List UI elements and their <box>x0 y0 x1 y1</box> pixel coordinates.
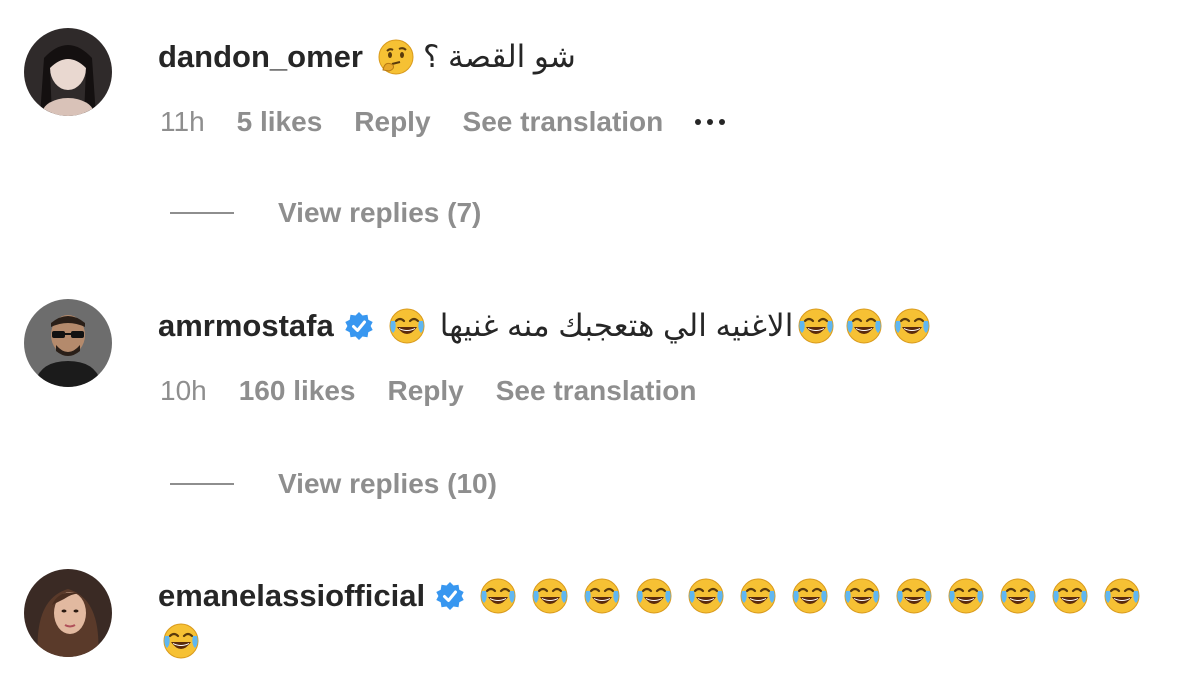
comment-meta: 11h 5 likes Reply See translation <box>160 104 757 140</box>
avatar[interactable] <box>24 299 112 387</box>
view-replies-label: View replies (7) <box>278 197 482 228</box>
face-with-tears-of-joy-icon <box>531 577 569 615</box>
face-with-tears-of-joy-icon <box>687 577 725 615</box>
face-with-tears-of-joy-icon <box>791 577 829 615</box>
see-translation-button[interactable]: See translation <box>496 373 697 409</box>
username[interactable]: dandon_omer <box>158 37 363 77</box>
face-with-tears-of-joy-icon <box>893 307 931 345</box>
see-translation-button[interactable]: See translation <box>463 104 664 140</box>
comment-line: emanelassiofficial <box>158 576 1155 616</box>
username[interactable]: amrmostafa <box>158 306 334 346</box>
face-with-tears-of-joy-icon <box>947 577 985 615</box>
face-with-tears-of-joy-icon <box>845 307 883 345</box>
face-with-tears-of-joy-icon <box>843 577 881 615</box>
verified-badge-icon <box>435 581 465 611</box>
timestamp[interactable]: 11h <box>160 104 205 140</box>
face-with-tears-of-joy-icon <box>895 577 933 615</box>
view-replies-label: View replies (10) <box>278 468 497 499</box>
divider-line <box>170 212 234 214</box>
likes-count[interactable]: 160 likes <box>239 373 356 409</box>
avatar[interactable] <box>24 28 112 116</box>
emoji-row-wrap <box>162 621 214 661</box>
face-with-tears-of-joy-icon <box>388 307 426 345</box>
face-with-tears-of-joy-icon <box>739 577 777 615</box>
face-with-tears-of-joy-icon <box>797 307 835 345</box>
emoji-row <box>479 577 1155 615</box>
likes-count[interactable]: 5 likes <box>237 104 323 140</box>
username[interactable]: emanelassiofficial <box>158 576 425 616</box>
comment-text-body: شو القصة ؟ <box>422 39 576 74</box>
face-with-tears-of-joy-icon <box>635 577 673 615</box>
comment-text: شو القصة ؟ <box>377 37 576 77</box>
comment-meta: 10h 160 likes Reply See translation <box>160 373 728 409</box>
comment-text: الاغنيه الي هتعجبك منه غنيها <box>388 306 932 346</box>
comment-line: dandon_omer شو القصة ؟ <box>158 37 576 77</box>
face-with-tears-of-joy-icon <box>1103 577 1141 615</box>
comment-text-body: الاغنيه الي هتعجبك منه غنيها <box>439 308 794 343</box>
verified-badge-icon <box>344 311 374 341</box>
reply-button[interactable]: Reply <box>354 104 430 140</box>
face-with-tears-of-joy-icon <box>162 622 200 660</box>
timestamp[interactable]: 10h <box>160 373 207 409</box>
view-replies-button[interactable]: View replies (7) <box>170 197 481 229</box>
comment-line: amrmostafa الاغنيه الي هتعجبك منه غنيها <box>158 306 931 346</box>
face-with-tears-of-joy-icon <box>999 577 1037 615</box>
face-with-tears-of-joy-icon <box>1051 577 1089 615</box>
avatar[interactable] <box>24 569 112 657</box>
thinking-face-icon <box>377 38 415 76</box>
divider-line <box>170 483 234 485</box>
face-with-tears-of-joy-icon <box>583 577 621 615</box>
reply-button[interactable]: Reply <box>388 373 464 409</box>
face-with-tears-of-joy-icon <box>479 577 517 615</box>
ellipsis-icon[interactable] <box>695 104 726 140</box>
view-replies-button[interactable]: View replies (10) <box>170 468 497 500</box>
